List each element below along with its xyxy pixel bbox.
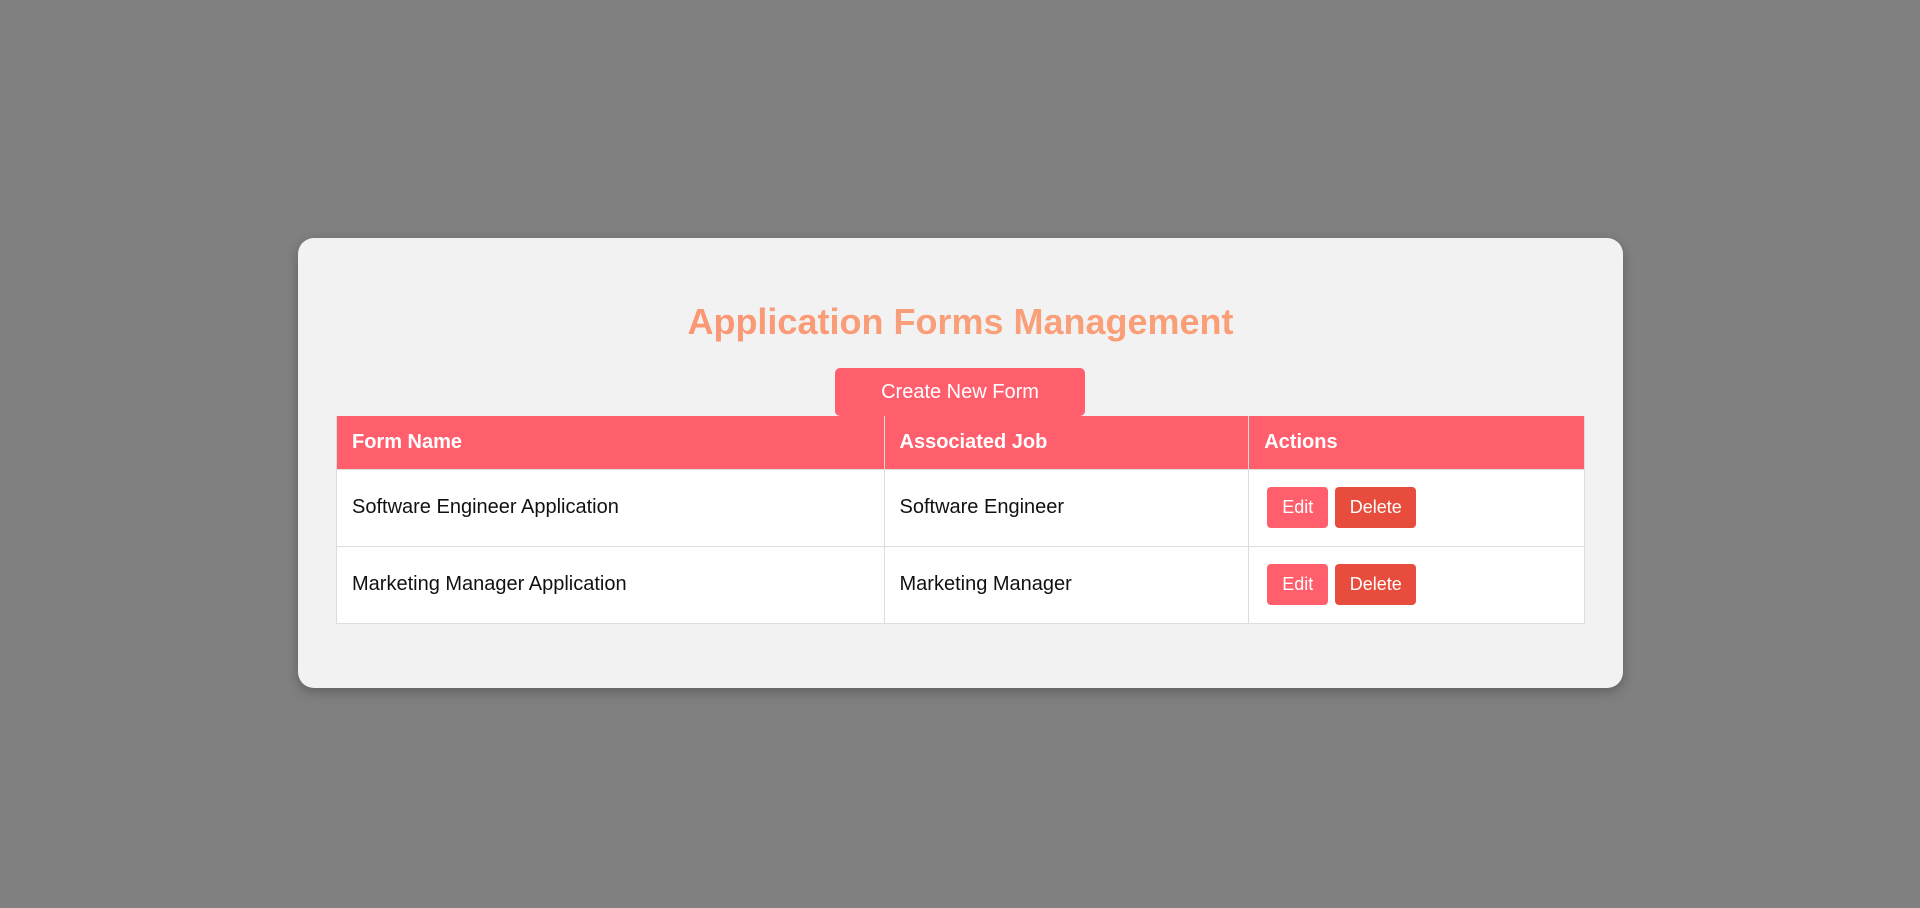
header-form-name: Form Name bbox=[336, 416, 885, 470]
table-row: Software Engineer Application Software E… bbox=[336, 468, 1585, 547]
header-associated-job: Associated Job bbox=[883, 416, 1250, 470]
edit-button[interactable]: Edit bbox=[1267, 487, 1329, 528]
edit-button[interactable]: Edit bbox=[1267, 564, 1329, 605]
page-title: Application Forms Management bbox=[298, 300, 1623, 344]
cell-form-name: Software Engineer Application bbox=[336, 468, 885, 547]
cell-actions: Edit Delete bbox=[1248, 468, 1585, 547]
forms-card: Application Forms Management Create New … bbox=[298, 238, 1623, 688]
cell-associated-job: Marketing Manager bbox=[883, 545, 1250, 624]
table-header-row: Form Name Associated Job Actions bbox=[336, 416, 1585, 470]
cell-actions: Edit Delete bbox=[1248, 545, 1585, 624]
delete-button[interactable]: Delete bbox=[1335, 487, 1417, 528]
delete-button[interactable]: Delete bbox=[1335, 564, 1417, 605]
forms-table: Form Name Associated Job Actions Softwar… bbox=[336, 416, 1585, 624]
cell-associated-job: Software Engineer bbox=[883, 468, 1250, 547]
header-actions: Actions bbox=[1248, 416, 1585, 470]
cell-form-name: Marketing Manager Application bbox=[336, 545, 885, 624]
table-row: Marketing Manager Application Marketing … bbox=[336, 545, 1585, 624]
create-new-form-button[interactable]: Create New Form bbox=[835, 368, 1085, 416]
